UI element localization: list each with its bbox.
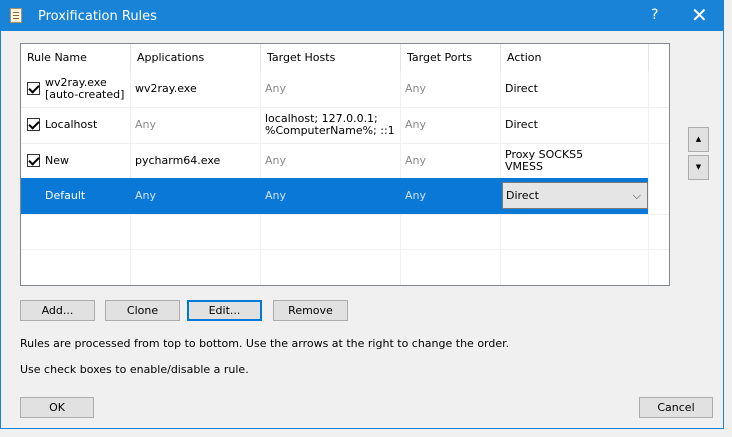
help-button[interactable]: ? <box>651 7 658 23</box>
row-divider <box>21 214 669 215</box>
rule-target-ports: Any <box>405 154 427 167</box>
cancel-button[interactable]: Cancel <box>639 397 713 418</box>
rule-target-hosts: %ComputerName%; ::1 <box>265 124 395 137</box>
column-header-action[interactable]: Action <box>501 44 649 71</box>
checkbox-info-text: Use check boxes to enable/disable a rule… <box>20 363 249 376</box>
rule-name: Default <box>45 189 86 202</box>
rule-target-ports: Any <box>405 189 427 202</box>
rule-enabled-checkbox[interactable] <box>27 118 40 131</box>
window-title: Proxification Rules <box>38 9 157 24</box>
column-header-rule-name[interactable]: Rule Name <box>21 44 131 71</box>
proxification-rules-dialog: Proxification Rules ? ✕ Rule Name Applic… <box>0 0 724 429</box>
rule-applications: Any <box>135 118 157 131</box>
title-bar[interactable]: Proxification Rules ? ✕ <box>1 1 723 31</box>
rule-target-ports: Any <box>405 118 427 131</box>
action-dropdown[interactable]: Direct ⌵ <box>502 182 648 209</box>
remove-button[interactable]: Remove <box>273 300 348 321</box>
rule-enabled-checkbox[interactable] <box>27 82 40 95</box>
move-up-button[interactable]: ▲ <box>688 127 709 152</box>
background-window-bottom <box>0 429 732 437</box>
rule-row[interactable]: New pycharm64.exe Any Any Proxy SOCKS5 V… <box>21 143 648 179</box>
rule-target-hosts: Any <box>265 154 287 167</box>
close-button[interactable]: ✕ <box>691 4 708 26</box>
rule-row[interactable]: Localhost Any localhost; 127.0.0.1; %Com… <box>21 107 648 143</box>
rule-applications: Any <box>135 189 157 202</box>
rules-list[interactable]: Rule Name Applications Target Hosts Targ… <box>20 43 670 286</box>
rule-applications: pycharm64.exe <box>135 154 221 167</box>
row-divider <box>21 249 669 250</box>
order-info-text: Rules are processed from top to bottom. … <box>20 337 510 350</box>
chevron-down-icon: ⌵ <box>632 189 641 202</box>
list-header: Rule Name Applications Target Hosts Targ… <box>21 44 669 71</box>
rule-row-selected[interactable]: Default Any Any Any Direct ⌵ <box>21 178 648 214</box>
add-button[interactable]: Add... <box>20 300 95 321</box>
clone-button[interactable]: Clone <box>105 300 180 321</box>
rule-name: New <box>45 154 69 167</box>
column-header-target-hosts[interactable]: Target Hosts <box>261 44 401 71</box>
action-dropdown-value: Direct <box>506 189 539 202</box>
rule-target-hosts: Any <box>265 82 287 95</box>
column-header-target-ports[interactable]: Target Ports <box>401 44 501 71</box>
rule-action: VMESS <box>505 160 543 173</box>
column-header-applications[interactable]: Applications <box>131 44 261 71</box>
ok-button[interactable]: OK <box>20 397 94 418</box>
move-down-button[interactable]: ▼ <box>688 155 709 180</box>
rule-enabled-checkbox[interactable] <box>27 154 40 167</box>
rules-document-icon <box>10 8 22 23</box>
background-window-edge <box>724 0 732 437</box>
rule-name: Localhost <box>45 118 98 131</box>
rule-applications: wv2ray.exe <box>135 82 197 95</box>
rule-name: [auto-created] <box>45 88 125 101</box>
edit-button[interactable]: Edit... <box>187 300 262 321</box>
rule-target-ports: Any <box>405 82 427 95</box>
rule-target-hosts: Any <box>265 189 287 202</box>
rule-action: Direct <box>505 118 538 131</box>
rule-row[interactable]: wv2ray.exe [auto-created] wv2ray.exe Any… <box>21 71 648 107</box>
rule-action: Direct <box>505 82 538 95</box>
